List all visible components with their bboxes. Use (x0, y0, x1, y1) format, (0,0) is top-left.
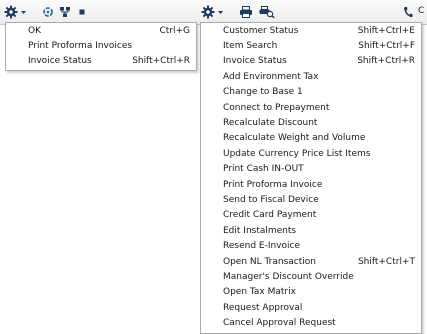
cut-off-text: C (418, 6, 425, 16)
print-preview-icon (259, 6, 275, 18)
hierarchy-button[interactable] (58, 3, 72, 21)
refresh-button[interactable] (41, 3, 55, 21)
menu-item-label: Open NL Transaction (223, 256, 316, 267)
menu-item-label: Credit Card Payment (223, 210, 317, 221)
menu-item-label: Open Tax Matrix (223, 287, 296, 298)
menu-item-label: Resend E-Invoice (223, 241, 301, 252)
right-menu-item[interactable]: Recalculate Weight and Volume (201, 131, 421, 146)
hierarchy-icon (60, 7, 70, 17)
menu-item-shortcut: Shift+Ctrl+T (357, 256, 415, 267)
phone-button[interactable] (402, 3, 414, 21)
gear-icon (201, 5, 223, 19)
right-menu-item[interactable]: Add Environment Tax (201, 69, 421, 84)
small-square-button[interactable] (77, 3, 87, 21)
right-menu-item[interactable]: Item Search Shift+Ctrl+F (201, 38, 421, 53)
square-icon (79, 9, 85, 15)
right-menu-item[interactable]: Invoice Status Shift+Ctrl+R (201, 54, 421, 69)
chevron-down-icon (21, 11, 26, 14)
menu-item-shortcut: Shift+Ctrl+E (357, 25, 415, 36)
right-menu-item[interactable]: Manager's Discount Override (201, 269, 421, 284)
right-menu-item[interactable]: Send to Fiscal Device (201, 192, 421, 207)
printer-icon (240, 6, 252, 18)
right-menu-item[interactable]: Open Tax Matrix (201, 285, 421, 300)
print-preview-button[interactable] (258, 3, 276, 21)
menu-item-label: Manager's Discount Override (223, 271, 354, 282)
menu-item-label: Invoice Status (223, 56, 287, 67)
menu-item-label: Cancel Approval Request (223, 318, 336, 329)
right-menu-item[interactable]: Open NL Transaction Shift+Ctrl+T (201, 254, 421, 269)
left-menu-item[interactable]: Print Proforma Invoices (6, 38, 196, 53)
menu-item-label: Recalculate Discount (223, 118, 318, 129)
right-menu-item[interactable]: Cancel Approval Request (201, 315, 421, 330)
gear-dropdown-button-2[interactable] (201, 3, 225, 21)
menu-item-label: Print Proforma Invoice (223, 179, 323, 190)
menu-item-label: Send to Fiscal Device (223, 194, 319, 205)
menu-item-label: Add Environment Tax (223, 71, 319, 82)
menu-item-shortcut: Shift+Ctrl+F (358, 41, 415, 52)
gear-icon (4, 5, 26, 19)
menu-item-label: Update Currency Price List Items (223, 148, 371, 159)
menu-item-label: Print Cash IN-OUT (223, 164, 304, 175)
right-menu-item[interactable]: Change to Base 1 (201, 85, 421, 100)
menu-item-shortcut: Shift+Ctrl+R (132, 56, 190, 67)
right-menu-item[interactable]: Request Approval (201, 300, 421, 315)
right-menu-item[interactable]: Customer Status Shift+Ctrl+E (201, 23, 421, 38)
right-menu-item[interactable]: Print Proforma Invoice (201, 177, 421, 192)
menu-item-label: Change to Base 1 (223, 87, 303, 98)
right-menu-item[interactable]: Credit Card Payment (201, 208, 421, 223)
menu-item-label: Edit Instalments (223, 225, 297, 236)
right-dropdown-menu: Customer Status Shift+Ctrl+E Item Search Sh… (200, 22, 422, 334)
chevron-down-icon (218, 11, 223, 14)
right-menu-item[interactable]: Update Currency Price List Items (201, 146, 421, 161)
gear-dropdown-button[interactable] (4, 3, 28, 21)
menu-item-label: Print Proforma Invoices (28, 41, 133, 52)
left-dropdown-menu: OK Ctrl+G Print Proforma Invoices Invoice S… (5, 22, 197, 72)
menu-item-label: Invoice Status (28, 56, 92, 67)
menu-item-label: OK (28, 25, 41, 36)
menu-item-label: Item Search (223, 41, 278, 52)
menu-item-shortcut: Ctrl+G (159, 25, 190, 36)
menu-item-label: Connect to Prepayment (223, 102, 330, 113)
menu-item-label: Customer Status (223, 25, 299, 36)
menu-item-label: Request Approval (223, 302, 303, 313)
right-menu-item[interactable]: Print Cash IN-OUT (201, 162, 421, 177)
left-menu-item[interactable]: Invoice Status Shift+Ctrl+R (6, 54, 196, 69)
print-button[interactable] (238, 3, 254, 21)
refresh-icon (43, 7, 53, 17)
right-menu-item[interactable]: Edit Instalments (201, 223, 421, 238)
left-menu-item[interactable]: OK Ctrl+G (6, 23, 196, 38)
right-menu-item[interactable]: Resend E-Invoice (201, 238, 421, 253)
right-menu-item[interactable]: Recalculate Discount (201, 115, 421, 130)
phone-icon (404, 7, 413, 18)
menu-item-shortcut: Shift+Ctrl+R (357, 56, 415, 67)
menu-item-label: Recalculate Weight and Volume (223, 133, 366, 144)
right-menu-item[interactable]: Connect to Prepayment (201, 100, 421, 115)
